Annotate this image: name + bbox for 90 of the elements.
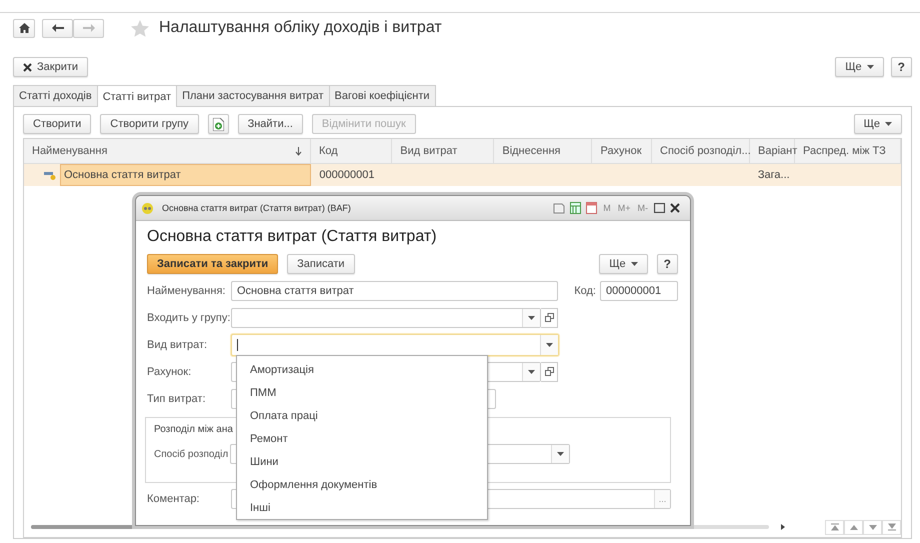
field-label: Коментар: [147, 493, 200, 505]
field-label: Найменування: [147, 284, 226, 296]
column-header[interactable]: Вид витрат [392, 139, 494, 163]
first-row-button[interactable] [825, 520, 844, 534]
page-title: Налаштування обліку доходів і витрат [159, 19, 442, 37]
field-label: Тип витрат: [147, 392, 207, 404]
dropdown-button[interactable] [522, 362, 540, 380]
dropdown-item[interactable]: ПММ [237, 382, 487, 405]
table-cell: Основна стаття витрат [60, 164, 312, 186]
home-icon [18, 23, 30, 33]
text-field[interactable]: Основна стаття витрат [231, 280, 558, 300]
column-header[interactable]: Спосіб розподіл... [652, 139, 750, 163]
toolbar-button[interactable]: Створити групу [100, 114, 199, 134]
windows-icon [544, 313, 554, 322]
more-button[interactable]: Ще [599, 254, 648, 274]
close-icon[interactable] [670, 203, 680, 213]
maximize-icon[interactable] [654, 203, 665, 213]
caret-icon [630, 262, 638, 266]
field-label: Входить у групу: [147, 312, 231, 324]
close-button[interactable]: Закрити [13, 57, 88, 77]
dropdown-button[interactable] [540, 334, 558, 354]
dropdown-item[interactable]: Інші [237, 497, 487, 520]
last-row-icon [888, 523, 896, 531]
close-icon [23, 62, 32, 72]
dropdown-item[interactable]: Оплата праці [237, 405, 487, 428]
select-field[interactable] [231, 308, 541, 328]
more-button[interactable]: Ще [835, 57, 884, 77]
caret-icon [885, 122, 892, 126]
caret-icon [866, 65, 874, 69]
down-button[interactable] [863, 520, 882, 534]
field-label: Код: [574, 284, 596, 296]
document-icon[interactable] [553, 202, 566, 214]
first-row-icon [830, 523, 838, 531]
help-button[interactable]: ? [656, 254, 678, 274]
last-row-button[interactable] [882, 520, 901, 534]
open-button[interactable] [541, 308, 558, 328]
save-and-close-button[interactable]: Записати та закрити [147, 254, 278, 274]
group-title: Розподіл між ана [154, 424, 234, 435]
sort-arrow-icon [295, 146, 302, 156]
back-button[interactable] [42, 18, 73, 38]
toolbar-button[interactable]: Створити [23, 114, 92, 134]
home-button[interactable] [13, 18, 35, 38]
app-icon [142, 202, 153, 214]
table-cell-text: 000000001 [318, 168, 376, 183]
tab[interactable]: Плани застосування витрат [176, 85, 330, 106]
toolbar-button[interactable]: Знайти... [238, 114, 303, 134]
field-label: Спосіб розподіл [154, 448, 230, 460]
column-header[interactable]: Найменування [24, 139, 312, 163]
dropdown-button[interactable] [551, 445, 569, 463]
caret-icon [528, 316, 535, 320]
dropdown-item[interactable]: Шини [237, 451, 487, 474]
dropdown-button[interactable] [522, 308, 540, 326]
tab[interactable]: Статті доходів [13, 85, 98, 106]
tab[interactable]: Статті витрат [96, 85, 178, 107]
add-document-button[interactable] [208, 114, 229, 134]
star-icon[interactable] [131, 20, 149, 36]
open-button[interactable] [541, 362, 558, 382]
dialog-window-title: Основна стаття витрат (Стаття витрат) (BAF) [162, 203, 351, 213]
back-arrow-icon [52, 24, 64, 32]
up-button[interactable] [844, 520, 863, 534]
windows-icon [544, 367, 554, 376]
more-button[interactable]: Ще [854, 114, 902, 134]
column-header[interactable]: Код [311, 139, 392, 163]
column-header[interactable]: Віднесення [494, 139, 592, 163]
dropdown-item[interactable]: Оформлення документів [237, 474, 487, 497]
dropdown-item[interactable]: Ремонт [237, 428, 487, 451]
add-document-icon [212, 118, 224, 130]
caret-icon [528, 370, 535, 374]
field-label: Рахунок: [147, 366, 192, 378]
field-label: Вид витрат: [147, 338, 208, 350]
column-header[interactable]: Варіант [750, 139, 795, 163]
forward-arrow-icon [82, 24, 94, 32]
list-item-icon [44, 170, 56, 180]
table-cell-text: Зага... [756, 168, 791, 183]
scroll-right-icon[interactable] [781, 524, 785, 530]
calendar-icon[interactable] [586, 202, 598, 214]
caret-icon [546, 342, 553, 346]
up-icon [850, 523, 858, 531]
dialog-heading: Основна стаття витрат (Стаття витрат) [147, 227, 438, 247]
help-button[interactable]: ? [890, 57, 912, 77]
table-row[interactable]: Основна стаття витрат 000000001 Зага... [24, 164, 901, 186]
caret-icon [557, 452, 564, 456]
select-field[interactable] [231, 334, 559, 356]
save-button[interactable]: Записати [287, 254, 355, 274]
tab[interactable]: Вагові коефіцієнти [328, 85, 436, 106]
down-icon [868, 523, 876, 531]
dropdown-item[interactable]: Амортизація [237, 359, 487, 382]
table-icon[interactable] [570, 202, 582, 214]
code-field[interactable]: 000000001 [600, 280, 678, 300]
column-header[interactable]: Рахунок [592, 139, 652, 163]
